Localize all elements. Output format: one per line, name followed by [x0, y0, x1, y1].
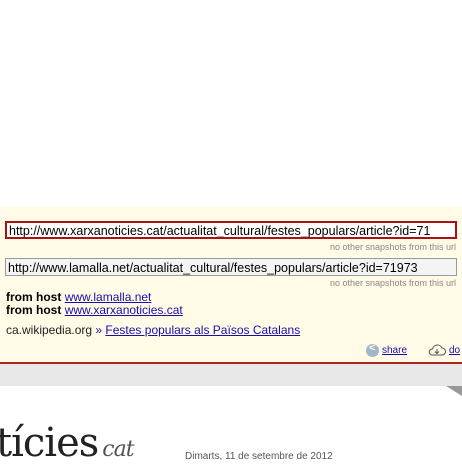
logo-suffix: cat [102, 437, 134, 462]
snapshot-note-1: no other snapshots from this url [329, 242, 456, 252]
cloud-download-icon [428, 344, 446, 356]
from-host-row-1: from host www.lamalla.net [6, 290, 151, 304]
from-host-label: from host [6, 290, 62, 304]
url-field-2[interactable]: http://www.lamalla.net/actualitat_cultur… [5, 258, 457, 276]
wiki-source: ca.wikipedia.org [6, 323, 93, 337]
download-button[interactable]: do [428, 344, 460, 356]
wiki-separator: » [95, 323, 103, 337]
snapshot-note-2: no other snapshots from this url [329, 278, 456, 288]
archive-panel: http://www.xarxanoticies.cat/actualitat_… [0, 206, 462, 364]
site-logo[interactable]: tícies cat [0, 420, 135, 466]
download-label: do [449, 344, 461, 356]
logo-text: tícies [0, 420, 99, 466]
host-link-xarxanoticies[interactable]: www.xarxanoticies.cat [65, 303, 183, 317]
from-host-label: from host [6, 303, 62, 317]
wiki-row: ca.wikipedia.org » Festes populars als P… [6, 323, 300, 337]
wiki-article-link[interactable]: Festes populars als Països Catalans [105, 323, 300, 337]
from-host-row-2: from host www.xarxanoticies.cat [6, 303, 183, 317]
share-button[interactable]: share [366, 342, 408, 357]
toolbar-strip [0, 364, 462, 386]
page-date: Dimarts, 11 de setembre de 2012 [185, 451, 333, 462]
url-field-1[interactable]: http://www.xarxanoticies.cat/actualitat_… [5, 221, 457, 239]
share-label: share [382, 345, 408, 356]
corner-fold [446, 386, 462, 396]
share-icon [366, 342, 379, 357]
host-link-lamalla[interactable]: www.lamalla.net [65, 290, 152, 304]
